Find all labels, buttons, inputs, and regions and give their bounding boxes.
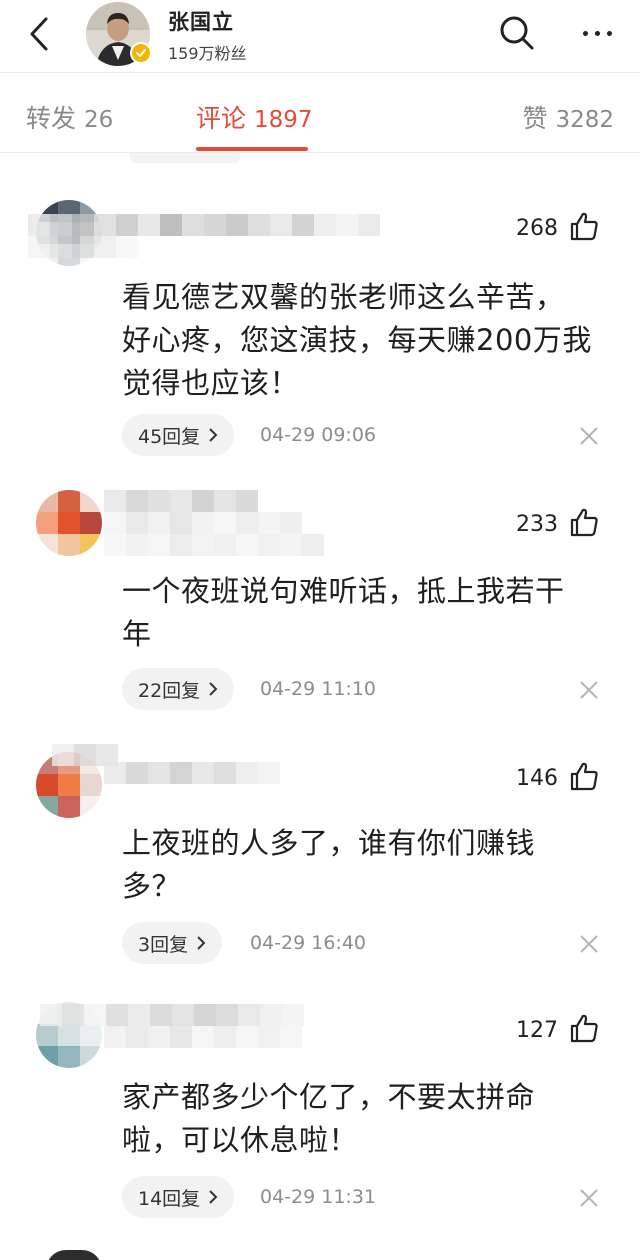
comment-text-line: 看见德艺双馨的张老师这么辛苦， xyxy=(122,280,565,314)
comment-text-line: 好心疼，您这演技，每天赚200万我 xyxy=(122,323,592,357)
active-tab-indicator xyxy=(196,147,308,151)
replies-button[interactable]: 45回复 xyxy=(122,414,235,456)
comment-time: 04-29 16:40 xyxy=(250,932,367,954)
close-icon[interactable] xyxy=(578,933,600,955)
comment-text-line: 多？ xyxy=(122,869,182,903)
reply-count: 14回复 xyxy=(138,1187,201,1210)
verified-badge-icon xyxy=(130,42,152,64)
commenter-avatar[interactable] xyxy=(36,490,102,556)
chevron-right-icon xyxy=(197,936,206,950)
comment-item: 146 上夜班的人多了，谁有你们赚钱 多？ 3回复 04-29 16:40 xyxy=(0,744,640,974)
blurred-username xyxy=(104,512,302,534)
chevron-right-icon xyxy=(209,1190,218,1204)
replies-button[interactable]: 3回复 xyxy=(122,922,223,964)
thumbs-up-icon[interactable] xyxy=(568,1012,600,1044)
reply-count: 45回复 xyxy=(138,425,201,448)
tab-count: 3282 xyxy=(555,107,614,133)
thumbs-up-icon[interactable] xyxy=(568,506,600,538)
divider xyxy=(0,152,640,153)
comment-text-line: 一个夜班说句难听话，抵上我若干 xyxy=(122,574,565,608)
comment-text-line: 家产都多少个亿了，不要太拼命 xyxy=(122,1080,536,1114)
more-button[interactable] xyxy=(572,14,622,52)
thumbs-up-icon[interactable] xyxy=(568,210,600,242)
search-icon xyxy=(500,16,534,50)
back-button[interactable] xyxy=(22,14,56,54)
tab-bar: 转发 26 评论 1897 赞 3282 xyxy=(0,73,640,153)
comment-text-line: 上夜班的人多了，谁有你们赚钱 xyxy=(122,826,536,860)
tab-count: 1897 xyxy=(254,107,313,133)
close-icon[interactable] xyxy=(578,679,600,701)
blurred-username xyxy=(104,1026,302,1048)
comment-text-line: 觉得也应该！ xyxy=(122,366,300,400)
comment-text: 上夜班的人多了，谁有你们赚钱 多？ xyxy=(122,822,602,908)
search-button[interactable] xyxy=(496,12,538,54)
comment-text-line: 年 xyxy=(122,617,152,651)
tab-label: 转发 xyxy=(26,104,77,133)
chevron-right-icon xyxy=(209,428,218,442)
chevron-right-icon xyxy=(209,682,218,696)
comment-item: 233 一个夜班说句难听话，抵上我若干 年 22回复 04-29 11:10 xyxy=(0,490,640,720)
like-count: 233 xyxy=(516,512,558,537)
blurred-subtitle xyxy=(104,534,324,556)
blurred-username xyxy=(40,1004,304,1026)
close-icon[interactable] xyxy=(578,1187,600,1209)
tab-repost[interactable]: 转发 26 xyxy=(26,99,113,135)
tab-comments[interactable]: 评论 1897 xyxy=(196,99,313,135)
blurred-username xyxy=(104,490,258,512)
tab-label: 赞 xyxy=(522,104,548,133)
comment-time: 04-29 11:31 xyxy=(260,1186,377,1208)
blurred-username xyxy=(28,236,138,258)
comment-time: 04-29 09:06 xyxy=(260,424,377,446)
comment-text: 一个夜班说句难听话，抵上我若干 年 xyxy=(122,570,602,656)
comment-text: 家产都多少个亿了，不要太拼命 啦，可以休息啦！ xyxy=(122,1076,602,1162)
next-commenter-avatar-edge xyxy=(46,1250,102,1260)
more-dots-icon xyxy=(594,30,600,36)
comment-text-line: 啦，可以休息啦！ xyxy=(122,1123,359,1157)
tab-likes[interactable]: 赞 3282 xyxy=(522,99,614,135)
top-bar: 张国立 159万粉丝 xyxy=(0,0,640,72)
like-count: 268 xyxy=(516,216,558,241)
comment-time: 04-29 11:10 xyxy=(260,678,377,700)
like-count: 127 xyxy=(516,1018,558,1043)
blurred-username xyxy=(28,214,380,236)
more-dots-icon xyxy=(606,30,612,36)
more-dots-icon xyxy=(582,30,588,36)
reply-count: 22回复 xyxy=(138,679,201,702)
follower-count: 159万粉丝 xyxy=(168,44,247,63)
reply-count: 3回复 xyxy=(138,933,189,956)
user-avatar[interactable] xyxy=(86,2,152,66)
thumbs-up-icon[interactable] xyxy=(568,760,600,792)
tab-count: 26 xyxy=(84,107,114,133)
previous-item-edge xyxy=(130,153,240,163)
replies-button[interactable]: 14回复 xyxy=(122,1176,235,1218)
tab-label: 评论 xyxy=(196,104,247,133)
comment-item: 127 家产都多少个亿了，不要太拼命 啦，可以休息啦！ 14回复 04-29 1… xyxy=(0,998,640,1228)
user-name[interactable]: 张国立 xyxy=(168,6,234,36)
replies-button[interactable]: 22回复 xyxy=(122,668,235,710)
close-icon[interactable] xyxy=(578,425,600,447)
chevron-left-icon xyxy=(30,17,48,51)
like-count: 146 xyxy=(516,766,558,791)
comment-item: 268 看见德艺双馨的张老师这么辛苦， 好心疼，您这演技，每天赚200万我 觉得… xyxy=(0,198,640,468)
blurred-username xyxy=(104,762,280,784)
comment-text: 看见德艺双馨的张老师这么辛苦， 好心疼，您这演技，每天赚200万我 觉得也应该！ xyxy=(122,276,602,405)
